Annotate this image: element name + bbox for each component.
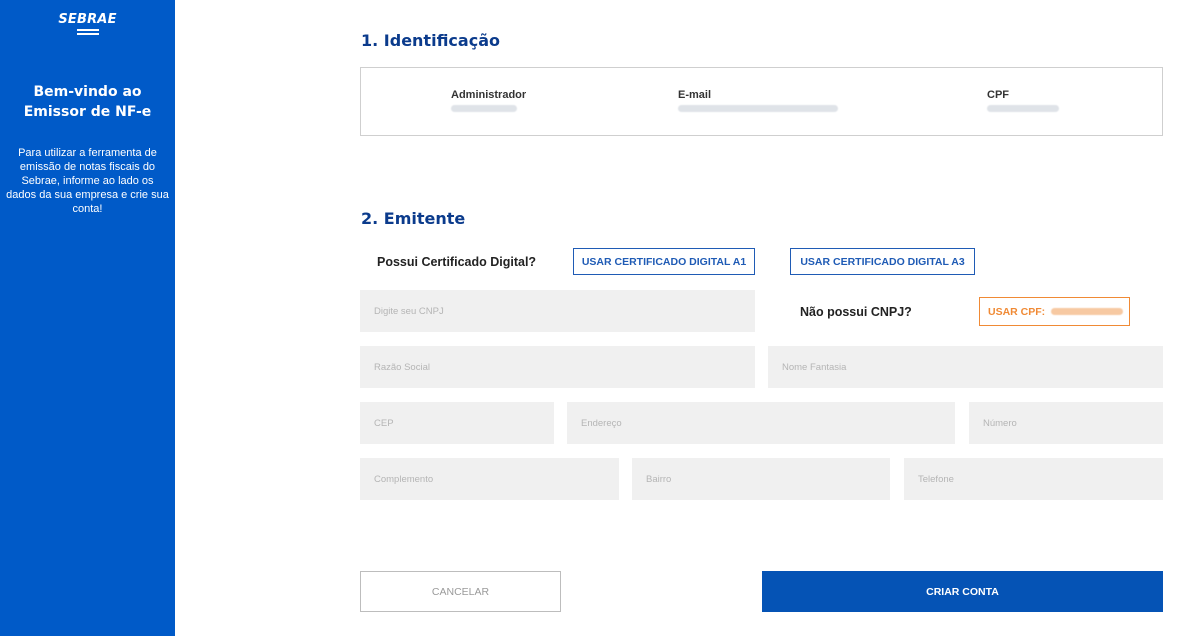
use-cert-a1-button[interactable]: USAR CERTIFICADO DIGITAL A1 bbox=[573, 248, 755, 275]
cep-input[interactable] bbox=[360, 402, 554, 444]
nome-fantasia-input[interactable] bbox=[768, 346, 1163, 388]
cpf-value-blurred bbox=[987, 105, 1059, 112]
issuer-title: 2. Emitente bbox=[361, 209, 466, 228]
create-account-button[interactable]: CRIAR CONTA bbox=[762, 571, 1163, 612]
complemento-input[interactable] bbox=[360, 458, 619, 500]
admin-value-blurred bbox=[451, 105, 517, 112]
use-cpf-label: USAR CPF: bbox=[988, 305, 1046, 318]
razao-social-input[interactable] bbox=[360, 346, 755, 388]
use-cert-a3-button[interactable]: USAR CERTIFICADO DIGITAL A3 bbox=[790, 248, 975, 275]
welcome-description: Para utilizar a ferramenta de emissão de… bbox=[6, 147, 169, 215]
certificate-question: Possui Certificado Digital? bbox=[377, 255, 537, 269]
cnpj-input[interactable] bbox=[360, 290, 755, 332]
cpf-label: CPF bbox=[987, 89, 1009, 101]
welcome-title: Bem-vindo ao Emissor de NF-e bbox=[23, 84, 152, 120]
logo-bars-icon bbox=[76, 29, 99, 35]
email-label: E-mail bbox=[678, 89, 712, 101]
use-cpf-button[interactable]: USAR CPF: bbox=[979, 297, 1130, 326]
sidebar: SEBRAE Bem-vindo ao Emissor de NF-e Para… bbox=[0, 0, 175, 636]
cpf-column: CPF bbox=[987, 89, 1059, 112]
telefone-input[interactable] bbox=[904, 458, 1163, 500]
endereco-input[interactable] bbox=[567, 402, 955, 444]
no-cnpj-question: Não possui CNPJ? bbox=[800, 305, 912, 319]
cancel-button[interactable]: CANCELAR bbox=[360, 571, 561, 612]
identification-title: 1. Identificação bbox=[361, 31, 500, 50]
cpf-number-blurred bbox=[1051, 308, 1124, 315]
sebrae-logo[interactable]: SEBRAE bbox=[0, 12, 175, 35]
admin-column: Administrador bbox=[451, 89, 526, 112]
identification-card: Administrador E-mail CPF bbox=[360, 67, 1163, 136]
admin-label: Administrador bbox=[451, 89, 527, 101]
email-value-blurred bbox=[678, 105, 838, 112]
logo-text: SEBRAE bbox=[58, 12, 117, 27]
numero-input[interactable] bbox=[969, 402, 1163, 444]
bairro-input[interactable] bbox=[632, 458, 890, 500]
email-column: E-mail bbox=[678, 89, 838, 112]
